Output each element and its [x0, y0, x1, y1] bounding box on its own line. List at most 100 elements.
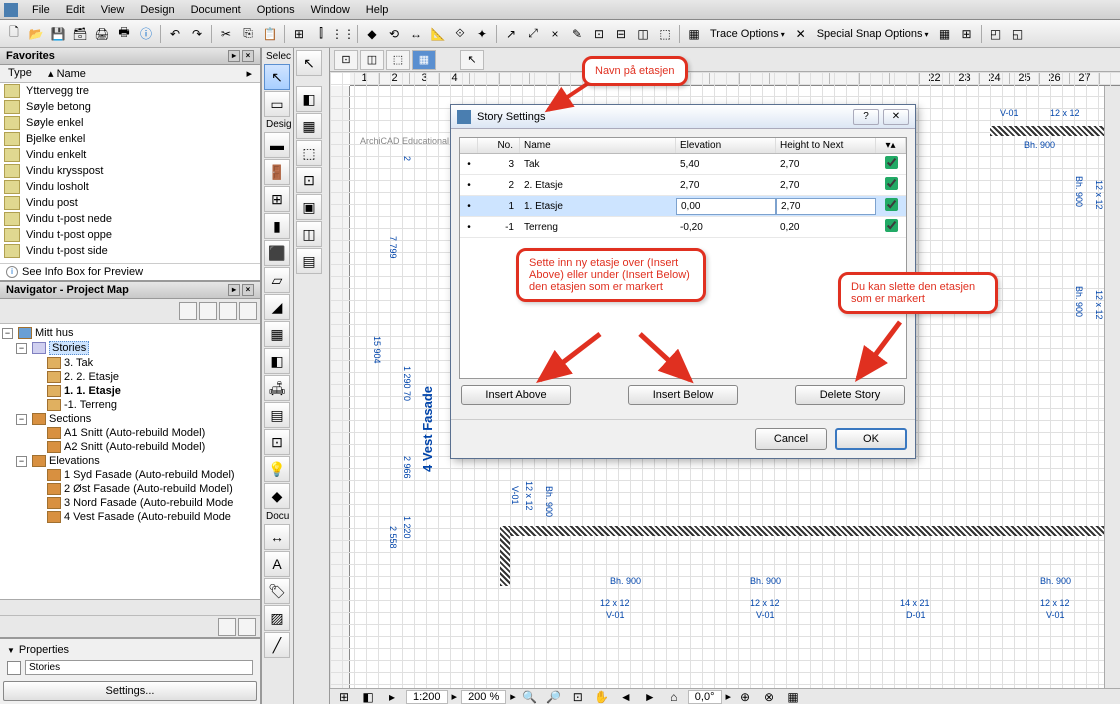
favorites-close-icon[interactable]: × — [242, 50, 254, 62]
arrow-tool-icon[interactable]: ↖ — [264, 64, 290, 90]
tool4-icon[interactable]: ◆ — [362, 24, 382, 44]
list-item[interactable]: Vindu enkelt — [0, 147, 260, 163]
menu-edit[interactable]: Edit — [58, 2, 93, 18]
status-angle[interactable]: 0,0° — [688, 690, 722, 704]
tree-elevations[interactable]: Elevations — [49, 455, 100, 467]
table-row[interactable]: • 3 Tak 5,40 2,70 — [460, 154, 906, 175]
nav-publisher-icon[interactable] — [239, 302, 257, 320]
nav-layoutbook-icon[interactable] — [219, 302, 237, 320]
sb1-icon[interactable]: ⊞ — [334, 687, 354, 704]
menu-file[interactable]: File — [24, 2, 58, 18]
list-item[interactable]: Søyle enkel — [0, 115, 260, 131]
dialog-help-icon[interactable]: ? — [853, 109, 879, 125]
tree-item-active[interactable]: 1. 1. Etasje — [64, 385, 121, 397]
info2-icon[interactable]: ◧ — [296, 86, 322, 112]
dialog-close-icon[interactable]: ✕ — [883, 109, 909, 125]
ctb4-icon[interactable]: ▦ — [412, 50, 436, 70]
tool2-icon[interactable]: ⫿ — [311, 24, 331, 44]
navigator-tree[interactable]: −Mitt hus −Stories 3. Tak 2. 2. Etasje 1… — [0, 324, 260, 599]
settings-button[interactable]: Settings... — [3, 681, 257, 701]
info6-icon[interactable]: ▣ — [296, 194, 322, 220]
info3-icon[interactable]: ▦ — [296, 113, 322, 139]
edit7-icon[interactable]: ◫ — [633, 24, 653, 44]
fill-tool-icon[interactable]: ▨ — [264, 605, 290, 631]
win1-icon[interactable]: ◰ — [986, 24, 1006, 44]
menu-options[interactable]: Options — [249, 2, 303, 18]
favorites-col-name[interactable]: ▴ Name — [44, 66, 90, 81]
edit5-icon[interactable]: ⊡ — [589, 24, 609, 44]
lamp-tool-icon[interactable]: 💡 — [264, 456, 290, 482]
info5-icon[interactable]: ⊡ — [296, 167, 322, 193]
edit8-icon[interactable]: ⬚ — [655, 24, 675, 44]
new-icon[interactable]: 🗋 — [4, 24, 24, 44]
sb-next-icon[interactable]: ► — [640, 687, 660, 704]
table-row[interactable]: • 1 1. Etasje 0,00 2,70 — [460, 196, 906, 217]
window-tool-icon[interactable]: ⊞ — [264, 186, 290, 212]
sb-c-icon[interactable]: ▦ — [783, 687, 803, 704]
edit2-icon[interactable]: ⤢ — [523, 24, 543, 44]
nav-viewmap-icon[interactable] — [199, 302, 217, 320]
navigator-close-icon[interactable]: × — [242, 284, 254, 296]
open-icon[interactable]: 📂 — [26, 24, 46, 44]
favorites-list[interactable]: Yttervegg tre Søyle betong Søyle enkel B… — [0, 83, 260, 263]
list-item[interactable]: Vindu post — [0, 195, 260, 211]
favorites-col-type[interactable]: Type — [4, 66, 44, 81]
grid2-icon[interactable]: ⊞ — [957, 24, 977, 44]
cancel-button[interactable]: Cancel — [755, 428, 827, 450]
sb3-icon[interactable]: ▸ — [382, 687, 402, 704]
tree-item[interactable]: -1. Terreng — [64, 399, 117, 411]
info-icon[interactable]: ⓘ — [136, 24, 156, 44]
save-icon[interactable]: 💾 — [48, 24, 68, 44]
col-no[interactable]: No. — [478, 138, 520, 153]
menu-help[interactable]: Help — [358, 2, 397, 18]
sb-pan-icon[interactable]: ✋ — [592, 687, 612, 704]
menu-view[interactable]: View — [93, 2, 133, 18]
list-item[interactable]: Vindu krysspost — [0, 163, 260, 179]
tool-icon[interactable]: ⊞ — [289, 24, 309, 44]
sb-a-icon[interactable]: ⊕ — [735, 687, 755, 704]
tree-item[interactable]: 2. 2. Etasje — [64, 371, 119, 383]
status-zoom[interactable]: 200 % — [461, 690, 506, 704]
favorites-menu-icon[interactable]: ▸ — [228, 50, 240, 62]
column-tool-icon[interactable]: ▮ — [264, 213, 290, 239]
tree-item[interactable]: 3. Tak — [64, 357, 93, 369]
list-item[interactable]: Søyle betong — [0, 99, 260, 115]
copy-icon[interactable]: ⎘ — [238, 24, 258, 44]
col-elevation[interactable]: Elevation — [676, 138, 776, 153]
sb-zoom2-icon[interactable]: 🔎 — [544, 687, 564, 704]
ctb1-icon[interactable]: ⊡ — [334, 50, 358, 70]
tree-toggle[interactable]: − — [16, 343, 27, 354]
ctb-cursor-icon[interactable]: ↖ — [460, 50, 484, 70]
info1-icon[interactable]: ↖ — [296, 50, 322, 76]
sb-zoom1-icon[interactable]: 🔍 — [520, 687, 540, 704]
ctb3-icon[interactable]: ⬚ — [386, 50, 410, 70]
ctb2-icon[interactable]: ◫ — [360, 50, 384, 70]
label-tool-icon[interactable]: 🏷 — [264, 578, 290, 604]
trace-options-dropdown[interactable]: Trace Options — [706, 28, 789, 40]
tree-item[interactable]: A2 Snitt (Auto-rebuild Model) — [64, 441, 205, 453]
col-name[interactable]: Name — [520, 138, 676, 153]
tree-toggle[interactable]: − — [2, 328, 13, 339]
list-item[interactable]: Bjelke enkel — [0, 131, 260, 147]
vertical-scrollbar[interactable] — [1104, 86, 1120, 688]
text-tool-icon[interactable]: A — [264, 551, 290, 577]
tree-item[interactable]: 4 Vest Fasade (Auto-rebuild Mode — [64, 511, 231, 523]
tool9-icon[interactable]: ✦ — [472, 24, 492, 44]
tool5-icon[interactable]: ⟲ — [384, 24, 404, 44]
curtain-tool-icon[interactable]: ⊡ — [264, 429, 290, 455]
tree-root[interactable]: Mitt hus — [35, 327, 74, 339]
navigator-menu-icon[interactable]: ▸ — [228, 284, 240, 296]
list-item[interactable]: Vindu t-post side — [0, 243, 260, 259]
undo-icon[interactable]: ↶ — [165, 24, 185, 44]
edit6-icon[interactable]: ⊟ — [611, 24, 631, 44]
edit3-icon[interactable]: × — [545, 24, 565, 44]
tree-item[interactable]: 2 Øst Fasade (Auto-rebuild Model) — [64, 483, 233, 495]
dim-tool-icon[interactable]: ↔ — [264, 524, 290, 550]
tool3-icon[interactable]: ⋮⋮ — [333, 24, 353, 44]
grid-icon[interactable]: ▦ — [935, 24, 955, 44]
sb-b-icon[interactable]: ⊗ — [759, 687, 779, 704]
nav-new-icon[interactable] — [218, 618, 236, 636]
tool8-icon[interactable]: ⟐ — [450, 24, 470, 44]
delete-story-button[interactable]: Delete Story — [795, 385, 905, 405]
trace-icon[interactable]: ▦ — [684, 24, 704, 44]
